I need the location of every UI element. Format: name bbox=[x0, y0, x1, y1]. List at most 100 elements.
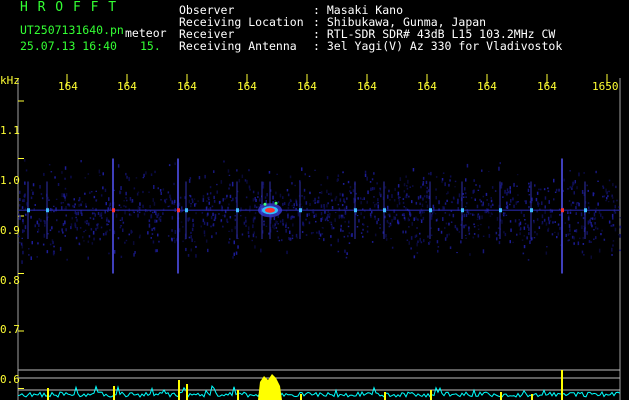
noise-speck bbox=[356, 226, 359, 228]
noise-speck bbox=[444, 212, 447, 214]
noise-speck bbox=[519, 232, 521, 236]
noise-speck bbox=[168, 164, 171, 167]
noise-speck bbox=[555, 188, 558, 192]
echo-amplitude-bar bbox=[430, 390, 432, 400]
noise-speck bbox=[102, 172, 104, 176]
noise-speck bbox=[213, 170, 215, 173]
noise-speck bbox=[422, 176, 425, 180]
noise-speck bbox=[481, 204, 483, 207]
noise-speck bbox=[435, 188, 437, 191]
spectrogram-plot bbox=[0, 0, 629, 400]
noise-speck bbox=[119, 226, 122, 229]
noise-speck bbox=[477, 189, 480, 191]
noise-speck bbox=[519, 227, 522, 231]
noise-speck bbox=[608, 220, 611, 224]
noise-speck bbox=[337, 174, 340, 177]
noise-speck bbox=[347, 180, 350, 184]
noise-speck bbox=[83, 240, 85, 242]
noise-speck bbox=[523, 235, 525, 237]
noise-speck bbox=[404, 196, 406, 198]
noise-speck bbox=[159, 216, 162, 218]
noise-speck bbox=[281, 239, 283, 242]
noise-speck bbox=[84, 192, 86, 195]
noise-speck bbox=[228, 241, 230, 244]
noise-speck bbox=[403, 216, 406, 220]
noise-speck bbox=[135, 177, 138, 179]
noise-speck bbox=[137, 191, 140, 194]
header-row-antenna: Receiving Antenna: 3el Yagi(V) Az 330 fo… bbox=[179, 39, 563, 53]
noise-speck bbox=[310, 232, 313, 235]
noise-speck bbox=[297, 213, 300, 217]
noise-speck bbox=[498, 166, 500, 171]
noise-speck bbox=[423, 239, 425, 243]
noise-speck bbox=[476, 218, 479, 221]
noise-speck bbox=[95, 190, 97, 192]
noise-speck bbox=[512, 241, 514, 243]
noise-speck bbox=[313, 214, 315, 218]
noise-speck bbox=[345, 205, 348, 210]
noise-speck bbox=[374, 233, 377, 237]
noise-speck bbox=[219, 200, 221, 204]
noise-speck bbox=[65, 228, 67, 232]
noise-speck bbox=[334, 212, 337, 214]
noise-speck bbox=[126, 199, 128, 202]
noise-speck bbox=[449, 175, 452, 178]
noise-speck bbox=[133, 187, 136, 190]
noise-speck bbox=[149, 205, 151, 208]
echo-amplitude-bar bbox=[561, 370, 563, 400]
noise-speck bbox=[405, 230, 407, 234]
noise-speck bbox=[61, 171, 63, 174]
noise-speck bbox=[528, 206, 530, 209]
noise-speck bbox=[201, 212, 204, 214]
noise-speck bbox=[241, 233, 244, 236]
noise-speck bbox=[295, 200, 298, 204]
noise-speck bbox=[343, 216, 345, 219]
noise-speck bbox=[188, 236, 191, 239]
noise-speck bbox=[389, 199, 391, 201]
noise-speck bbox=[147, 231, 149, 235]
noise-speck bbox=[93, 237, 95, 241]
noise-speck bbox=[611, 224, 614, 227]
noise-speck bbox=[155, 219, 158, 223]
noise-speck bbox=[123, 205, 125, 207]
noise-speck bbox=[188, 179, 191, 183]
noise-speck bbox=[251, 239, 253, 242]
noise-speck bbox=[143, 212, 146, 216]
noise-speck bbox=[505, 206, 508, 209]
noise-speck bbox=[587, 220, 590, 225]
noise-speck bbox=[582, 217, 585, 220]
noise-speck bbox=[200, 225, 202, 228]
noise-speck bbox=[314, 169, 316, 171]
noise-speck bbox=[337, 238, 339, 243]
noise-speck bbox=[417, 196, 420, 200]
noise-speck bbox=[612, 217, 614, 220]
noise-speck bbox=[102, 186, 104, 190]
noise-speck bbox=[545, 222, 548, 226]
noise-speck bbox=[327, 220, 329, 222]
noise-speck bbox=[440, 230, 443, 234]
echo-amplitude-bar bbox=[384, 392, 386, 400]
noise-speck bbox=[346, 252, 348, 255]
x-tick-label: 164 bbox=[58, 80, 78, 93]
noise-speck bbox=[482, 195, 485, 198]
noise-speck bbox=[41, 197, 44, 200]
noise-speck bbox=[578, 172, 580, 177]
noise-speck bbox=[423, 195, 426, 198]
noise-speck bbox=[293, 216, 295, 219]
noise-speck bbox=[495, 231, 498, 235]
noise-speck bbox=[156, 249, 158, 253]
noise-speck bbox=[397, 184, 400, 188]
noise-speck bbox=[320, 212, 323, 216]
noise-speck bbox=[88, 222, 90, 226]
noise-speck bbox=[76, 218, 78, 222]
noise-speck bbox=[191, 238, 193, 242]
noise-speck bbox=[203, 234, 206, 237]
noise-speck bbox=[231, 228, 233, 232]
noise-speck bbox=[446, 233, 448, 237]
noise-speck bbox=[391, 219, 393, 223]
noise-speck bbox=[46, 250, 49, 254]
noise-speck bbox=[573, 191, 575, 195]
noise-speck bbox=[182, 225, 184, 228]
noise-speck bbox=[224, 214, 226, 218]
noise-speck bbox=[614, 204, 616, 209]
